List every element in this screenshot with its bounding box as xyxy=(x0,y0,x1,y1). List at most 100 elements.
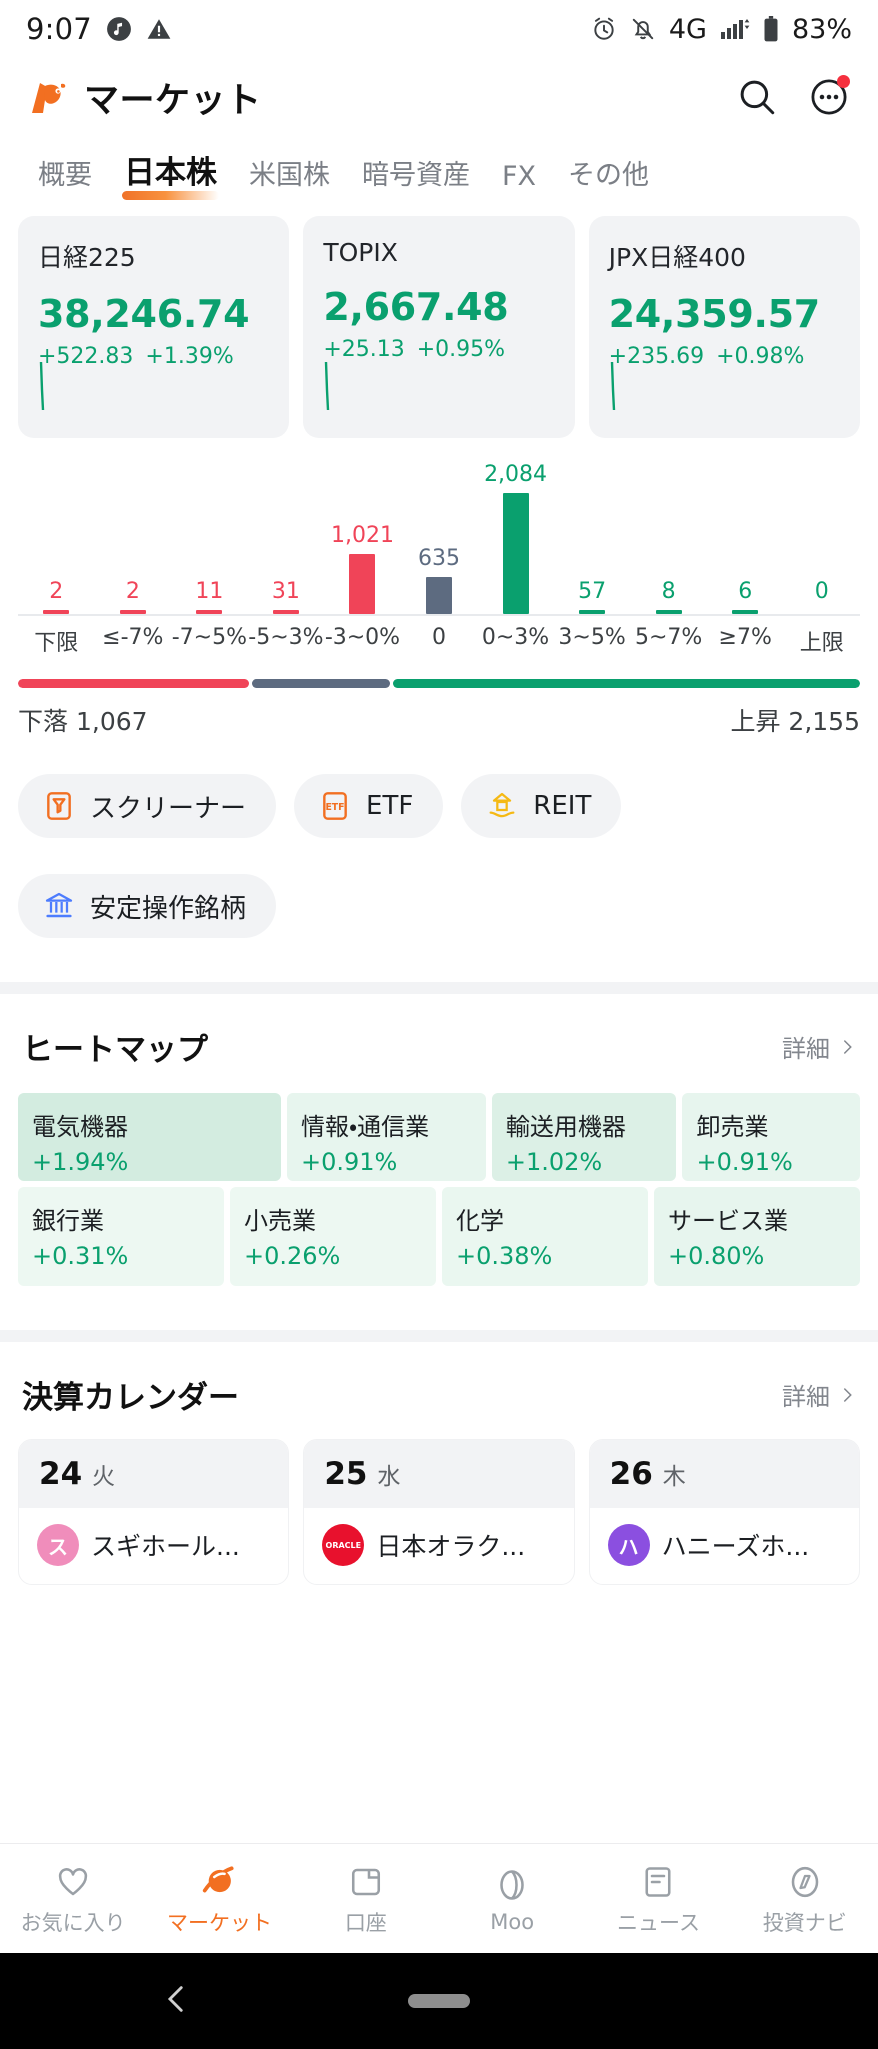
breadth-up-label: 上昇 xyxy=(730,707,781,736)
page-title: マーケット xyxy=(84,80,262,121)
calendar-day-of-week: 火 xyxy=(92,1464,116,1490)
distribution-bar-group: 11 xyxy=(171,462,248,614)
filter-icon xyxy=(42,789,76,823)
tab-1[interactable]: 日本株 xyxy=(108,147,233,202)
heatmap-cell[interactable]: 卸売業 +0.91% xyxy=(682,1093,860,1181)
index-card[interactable]: 日経225 38,246.74 +522.83 +1.39% xyxy=(18,216,290,438)
distribution-axis-label: -7~5% xyxy=(171,625,247,650)
distribution-bar xyxy=(655,610,682,614)
calendar-company-row[interactable]: ハハニーズホ... xyxy=(590,1508,859,1584)
distribution-axis-label: ≤-7% xyxy=(102,625,164,650)
breadth-segment-up xyxy=(392,679,860,688)
distribution-bar-group: 57 xyxy=(554,462,631,614)
section-divider xyxy=(0,982,878,994)
distribution-bar-value: 57 xyxy=(578,579,607,604)
distribution-bar-value: 1,021 xyxy=(330,523,394,548)
calendar-company-row[interactable]: ススギホール... xyxy=(19,1508,288,1584)
chip-1[interactable]: ETF ETF xyxy=(294,774,444,838)
index-change-pct: +0.95% xyxy=(416,337,506,362)
heatmap-sector-pct: +0.26% xyxy=(244,1242,341,1270)
nav-item-5[interactable]: 投資ナビ xyxy=(732,1860,878,1937)
index-name: JPX日経400 xyxy=(608,243,746,272)
heatmap-cell[interactable]: 小売業 +0.26% xyxy=(230,1187,436,1286)
chip-label: REIT xyxy=(533,791,592,821)
market-tabs: 概要 日本株 米国株 暗号資産 FX その他 xyxy=(0,136,878,202)
distribution-axis-label: 下限 xyxy=(34,631,79,656)
heart-icon xyxy=(55,1860,91,1900)
distribution-bar-group: 6 xyxy=(707,462,784,614)
home-pill[interactable] xyxy=(408,1994,470,2008)
heatmap-more-link[interactable]: 詳細 xyxy=(782,1029,856,1064)
moomoo-bull-logo xyxy=(28,77,72,117)
tab-4[interactable]: FX xyxy=(486,161,552,202)
chip-3[interactable]: 安定操作銘柄 xyxy=(18,874,277,938)
nav-item-4[interactable]: ニュース xyxy=(585,1860,731,1937)
tab-3[interactable]: 暗号資産 xyxy=(346,153,486,202)
distribution-bar xyxy=(272,610,299,614)
calendar-day-card[interactable]: 24 火ススギホール... xyxy=(18,1439,290,1585)
company-avatar: ス xyxy=(37,1524,79,1566)
index-name: 日経225 xyxy=(38,243,136,272)
distribution-bar xyxy=(732,610,759,614)
network-type-label: 4G xyxy=(668,13,707,45)
chip-label: ETF xyxy=(366,791,414,821)
more-options-icon[interactable] xyxy=(806,74,852,120)
index-card[interactable]: JPX日経400 24,359.57 +235.69 +0.98% xyxy=(588,216,860,438)
nav-item-label: 投資ナビ xyxy=(762,1911,847,1935)
heatmap-sector-name: 輸送用機器 xyxy=(505,1113,626,1141)
distribution-axis-label: 5~7% xyxy=(634,625,703,650)
distribution-bar-group: 2 xyxy=(95,462,172,614)
index-sparkline xyxy=(610,361,615,411)
distribution-axis-label: 上限 xyxy=(799,631,844,656)
breadth-down: 下落 1,067 xyxy=(18,702,148,738)
chip-2[interactable]: REIT xyxy=(461,774,622,838)
tab-label: 暗号資産 xyxy=(362,160,470,191)
heatmap-cell[interactable]: 輸送用機器 +1.02% xyxy=(491,1093,677,1181)
breadth-bar xyxy=(18,679,860,688)
company-avatar: ハ xyxy=(607,1524,650,1566)
heatmap-cell[interactable]: サービス業 +0.80% xyxy=(654,1187,860,1286)
distribution-bar-value: 0 xyxy=(814,579,829,604)
heatmap-sector-name: 化学 xyxy=(456,1207,504,1235)
bottom-navigation: お気に入り マーケット 口座 Moo ニュース 投資ナビ xyxy=(0,1843,878,1953)
calendar-company-row[interactable]: ORACLE 日本オラク... xyxy=(304,1508,573,1584)
nav-item-0[interactable]: お気に入り xyxy=(0,1860,146,1937)
heatmap-cell[interactable]: 化学 +0.38% xyxy=(442,1187,648,1286)
distribution-axis-label: -3~0% xyxy=(324,625,401,650)
calendar-more-link[interactable]: 詳細 xyxy=(782,1377,856,1412)
distribution-axis-label: ≥7% xyxy=(718,625,772,650)
heatmap-sector-pct: +0.80% xyxy=(668,1242,765,1270)
distribution-bar-group: 2,084 xyxy=(477,462,554,614)
heatmap-cell[interactable]: 電気機器 +1.94% xyxy=(18,1093,281,1181)
index-cards: 日経225 38,246.74 +522.83 +1.39% TOPIX 2,667.48… xyxy=(0,202,878,438)
music-note-icon xyxy=(107,17,131,41)
chip-0[interactable]: スクリーナー xyxy=(18,774,277,838)
distribution-bar-group: 1,021 xyxy=(324,462,401,614)
nav-item-2[interactable]: 口座 xyxy=(293,1860,439,1937)
tab-2[interactable]: 米国株 xyxy=(233,153,346,202)
tab-0[interactable]: 概要 xyxy=(22,153,108,202)
nav-item-label: Moo xyxy=(490,1910,535,1934)
distribution-axis-label: 0 xyxy=(432,625,446,650)
quick-action-chips: スクリーナー ETF ETF REIT 安定操作銘柄 xyxy=(0,738,878,938)
heatmap-cell[interactable]: 銀行業 +0.31% xyxy=(18,1187,224,1286)
distribution-bar-value: 6 xyxy=(738,579,753,604)
distribution-bar-group: 2 xyxy=(18,462,95,614)
distribution-bar-group: 0 xyxy=(783,462,860,614)
nav-item-3[interactable]: Moo xyxy=(439,1863,585,1934)
breadth-segment-flat xyxy=(252,679,390,688)
app-screen: 9:07 4G 83% マーケット 概要 日本株 米国株 暗号資産 FX その他… xyxy=(0,0,878,2049)
breadth-up-value: 2,155 xyxy=(788,707,860,736)
nav-item-1[interactable]: マーケット xyxy=(146,1860,292,1937)
calendar-day-card[interactable]: 26 木ハハニーズホ... xyxy=(588,1439,860,1585)
heatmap-cell[interactable]: 情報・通信業 +0.91% xyxy=(286,1093,486,1181)
chart-axis-line xyxy=(18,614,860,616)
index-card[interactable]: TOPIX 2,667.48 +25.13 +0.95% xyxy=(303,216,575,438)
search-icon[interactable] xyxy=(734,74,780,120)
warning-icon xyxy=(147,19,171,39)
notification-off-icon xyxy=(632,18,654,40)
calendar-day-header: 25 水 xyxy=(304,1440,574,1508)
calendar-day-card[interactable]: 25 水 ORACLE 日本オラク... xyxy=(303,1439,575,1585)
back-chevron-icon[interactable] xyxy=(160,1982,194,2020)
tab-5[interactable]: その他 xyxy=(552,153,665,202)
